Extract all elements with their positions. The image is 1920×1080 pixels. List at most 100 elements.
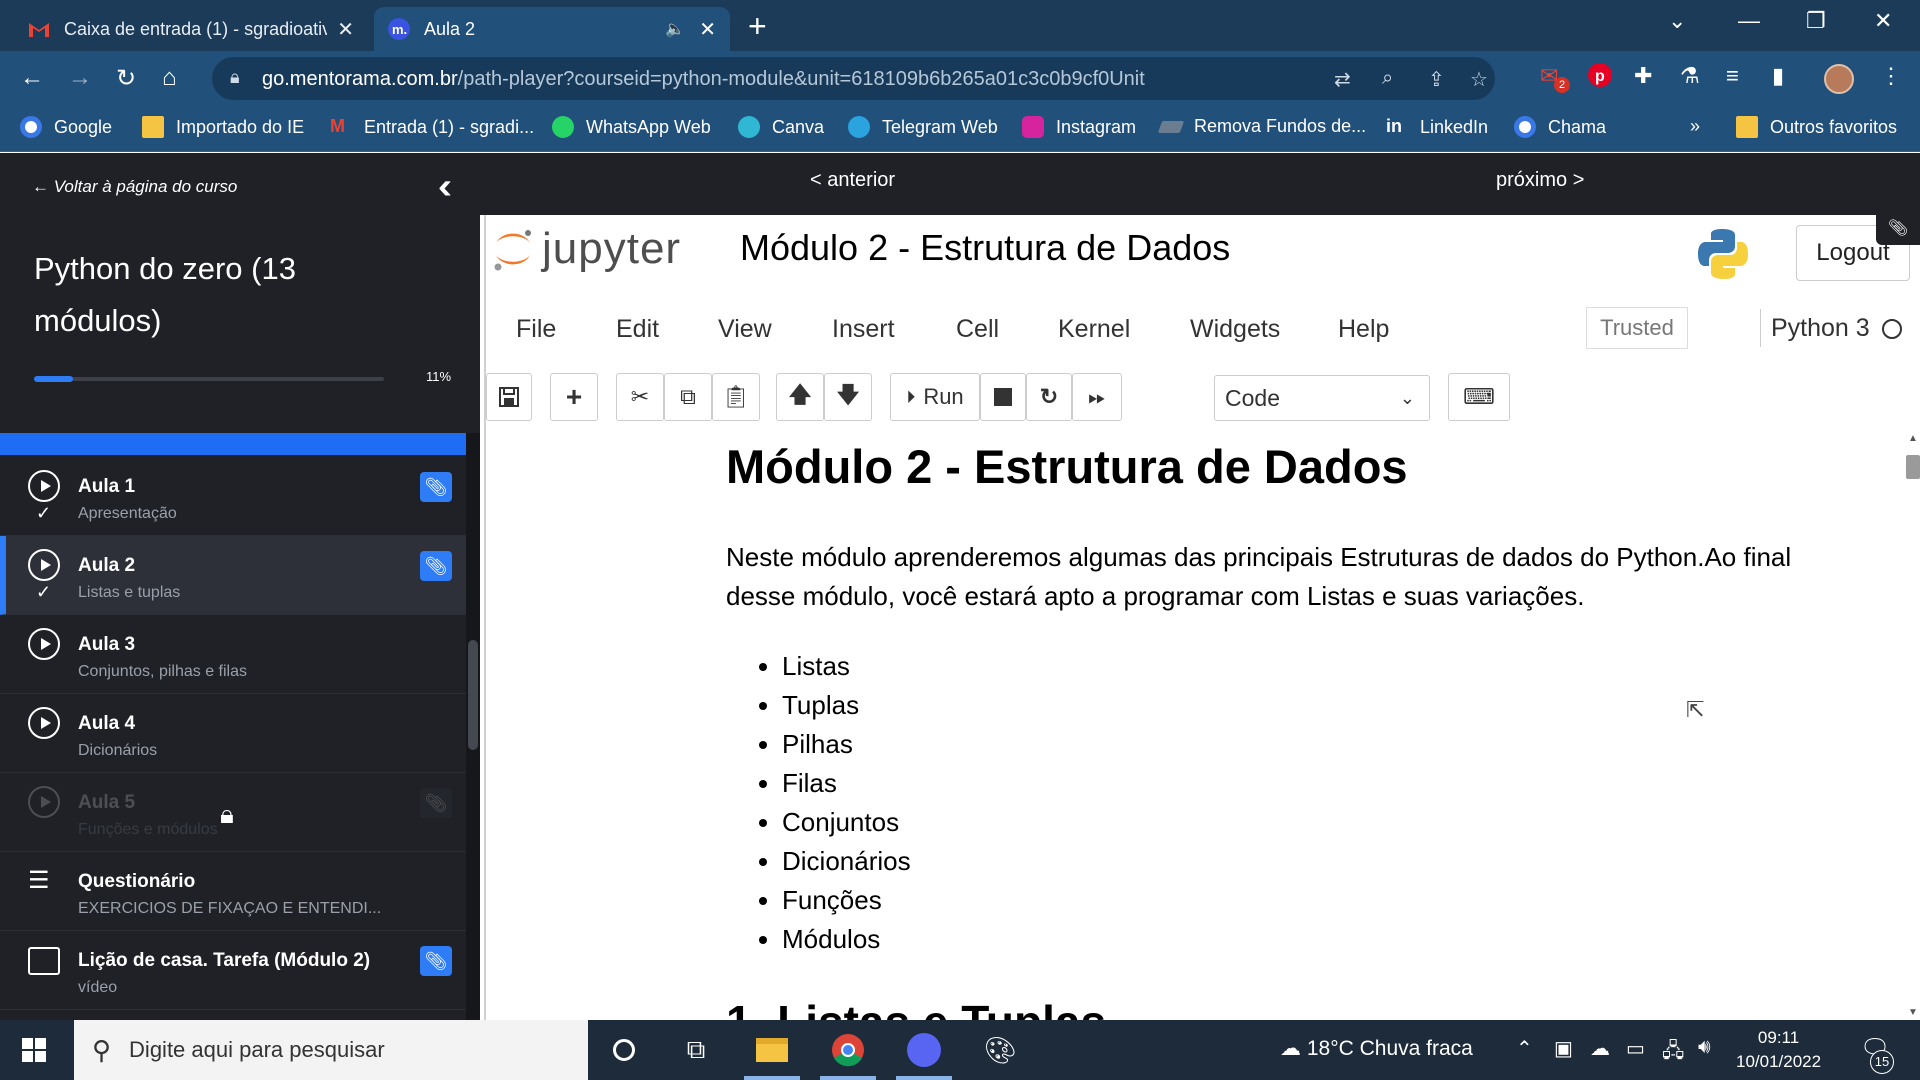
lesson-item[interactable]: ✓ Aula 2 Listas e tuplas 📎︎ <box>0 536 466 615</box>
tray-chevron-up-icon[interactable]: ⌃ <box>1516 1036 1533 1061</box>
menu-file[interactable]: File <box>516 315 556 344</box>
cell-type-select[interactable]: Code ⌄ <box>1214 375 1430 421</box>
chrome-icon[interactable] <box>820 1030 876 1080</box>
bookmark-instagram[interactable]: Instagram <box>1022 116 1136 138</box>
notebook-title[interactable]: Módulo 2 - Estrutura de Dados <box>740 227 1230 269</box>
reload-icon[interactable]: ↻ <box>116 64 136 93</box>
bookmark-canva[interactable]: Canva <box>738 116 824 138</box>
speaker-icon[interactable]: 🔈 <box>665 19 685 39</box>
attachment-clip-icon[interactable]: 📎︎ <box>420 472 452 502</box>
profile-avatar[interactable] <box>1824 64 1854 94</box>
close-tab-icon[interactable]: ✕ <box>337 17 354 42</box>
extensions-puzzle-icon[interactable]: ✚ <box>1634 63 1652 89</box>
notebook-scrollbar[interactable]: ▲ ▼ <box>1904 433 1920 1020</box>
menu-view[interactable]: View <box>718 315 772 344</box>
menu-edit[interactable]: Edit <box>616 315 659 344</box>
jupyter-logo[interactable]: jupyter <box>492 223 681 275</box>
windows-start-icon[interactable] <box>22 1038 46 1062</box>
bookmark-telegram[interactable]: Telegram Web <box>848 116 998 138</box>
labs-flask-icon[interactable]: ⚗ <box>1680 63 1700 89</box>
new-tab-button[interactable]: + <box>748 8 767 45</box>
bookmarks-overflow-button[interactable]: » <box>1690 116 1700 137</box>
lesson-item[interactable]: ☰ Questionário EXERCICIOS DE FIXAÇAO E E… <box>0 852 466 931</box>
tab-aula-2[interactable]: m. Aula 2 🔈 ✕ <box>374 7 730 51</box>
back-to-course-link[interactable]: ← Voltar à página do curso <box>32 177 237 197</box>
forward-arrow-icon[interactable]: → <box>68 64 92 92</box>
menu-kernel[interactable]: Kernel <box>1058 315 1130 344</box>
restore-icon[interactable]: ❐ <box>1806 8 1826 34</box>
stop-icon[interactable] <box>980 373 1026 421</box>
lesson-item[interactable]: Lição de casa. Tarefa (Módulo 2) vídeo 📎… <box>0 931 466 1010</box>
move-up-icon[interactable]: 🡅 <box>776 373 824 421</box>
taskbar-clock[interactable]: 09:11 10/01/2022 <box>1736 1026 1821 1074</box>
sidebar-scroll-thumb[interactable] <box>468 640 478 750</box>
zoom-icon[interactable]: ⌕ <box>1382 67 1393 90</box>
bookmark-google[interactable]: Google <box>20 116 112 138</box>
bookmark-importado-ie[interactable]: Importado do IE <box>142 116 304 138</box>
task-view-icon[interactable]: ⧉ <box>676 1030 716 1070</box>
file-explorer-icon[interactable] <box>744 1030 800 1080</box>
menu-widgets[interactable]: Widgets <box>1190 315 1280 344</box>
menu-insert[interactable]: Insert <box>832 315 895 344</box>
bookmark-star-icon[interactable]: ☆ <box>1470 67 1488 92</box>
lock-icon[interactable]: 🔒︎ <box>230 67 240 88</box>
bookmark-gmail[interactable]: M Entrada (1) - sgradi... <box>330 116 534 138</box>
attachment-clip-icon[interactable]: 📎︎ <box>420 551 452 581</box>
bookmark-outros-favoritos[interactable]: Outros favoritos <box>1736 116 1897 138</box>
weather-widget[interactable]: ☁ 18°C Chuva fraca <box>1280 1036 1473 1061</box>
run-button[interactable]: ⏵ Run <box>890 373 980 421</box>
pinterest-icon[interactable]: p <box>1588 63 1612 93</box>
menu-help[interactable]: Help <box>1338 315 1389 344</box>
minimize-icon[interactable]: — <box>1738 8 1760 34</box>
media-queue-icon[interactable]: ≡ <box>1726 63 1739 89</box>
home-icon[interactable]: ⌂ <box>162 64 177 92</box>
back-arrow-icon[interactable]: ← <box>20 64 44 92</box>
network-icon[interactable]: 🖧︎ <box>1662 1036 1684 1070</box>
bookmark-remove-bg[interactable]: Remova Fundos de... <box>1157 116 1366 137</box>
tab-search-icon[interactable]: ⌄ <box>1668 8 1686 34</box>
attachment-clip-icon[interactable]: 📎︎ <box>420 946 452 976</box>
bookmark-linkedin[interactable]: in LinkedIn <box>1386 116 1488 138</box>
omnibox[interactable]: 🔒︎ go.mentorama.com.br/path-player?cours… <box>212 57 1495 100</box>
onedrive-cloud-icon[interactable]: ☁ <box>1590 1036 1610 1061</box>
discord-icon[interactable] <box>896 1030 952 1080</box>
meet-now-icon[interactable]: ▣ <box>1554 1036 1573 1061</box>
close-tab-icon[interactable]: ✕ <box>699 17 716 42</box>
add-cell-icon[interactable]: + <box>550 373 598 421</box>
save-icon[interactable] <box>486 373 532 421</box>
trusted-indicator[interactable]: Trusted <box>1586 307 1688 349</box>
markdown-cell[interactable]: Módulo 2 - Estrutura de Dados Neste módu… <box>726 433 1826 1020</box>
bookmark-whatsapp[interactable]: WhatsApp Web <box>552 116 711 138</box>
scroll-up-icon[interactable]: ▲ <box>1908 433 1918 444</box>
battery-icon[interactable]: ▭ <box>1626 1036 1645 1061</box>
close-window-icon[interactable]: ✕ <box>1874 8 1892 34</box>
side-panel-icon[interactable]: ▮ <box>1772 63 1784 89</box>
cortana-circle-icon[interactable] <box>604 1030 644 1070</box>
volume-icon[interactable]: 🔊︎ <box>1698 1036 1711 1059</box>
tab-gmail[interactable]: Caixa de entrada (1) - sgradioativo ✕ <box>14 7 368 51</box>
paste-icon[interactable]: 📋︎ <box>712 373 760 421</box>
restart-icon[interactable]: ↻ <box>1026 373 1072 421</box>
copy-icon[interactable]: ⧉ <box>664 373 712 421</box>
taskbar-search-input[interactable]: ⚲ Digite aqui para pesquisar <box>74 1020 588 1080</box>
menu-cell[interactable]: Cell <box>956 315 999 344</box>
lesson-item[interactable]: Aula 3 Conjuntos, pilhas e filas <box>0 615 466 694</box>
fast-forward-icon[interactable]: ⏩︎ <box>1072 373 1122 421</box>
lesson-item[interactable]: Aula 4 Dicionários <box>0 694 466 773</box>
lesson-item[interactable]: ✓ Aula 1 Apresentação 📎︎ <box>0 457 466 536</box>
bookmark-chama[interactable]: Chama <box>1514 116 1606 138</box>
keyboard-icon[interactable]: ⌨ <box>1448 373 1510 421</box>
previous-button[interactable]: < anterior <box>810 169 895 192</box>
attachment-clip-icon[interactable]: 📎︎ <box>1876 215 1920 245</box>
move-down-icon[interactable]: 🡇 <box>824 373 872 421</box>
paint-icon[interactable]: 🎨︎ <box>980 1030 1020 1070</box>
notebook-scroll-thumb[interactable] <box>1906 455 1920 479</box>
share-icon[interactable]: ⇪ <box>1428 67 1445 92</box>
kebab-menu-icon[interactable]: ⋮ <box>1880 63 1902 89</box>
collapse-sidebar-icon[interactable]: ‹‹ <box>438 165 452 207</box>
next-button[interactable]: próximo > <box>1496 169 1584 192</box>
cut-icon[interactable]: ✂ <box>616 373 664 421</box>
kernel-name[interactable]: Python 3 <box>1760 309 1870 347</box>
url-text[interactable]: go.mentorama.com.br/path-player?courseid… <box>262 68 1145 91</box>
translate-icon[interactable]: ⇄ <box>1334 67 1351 92</box>
